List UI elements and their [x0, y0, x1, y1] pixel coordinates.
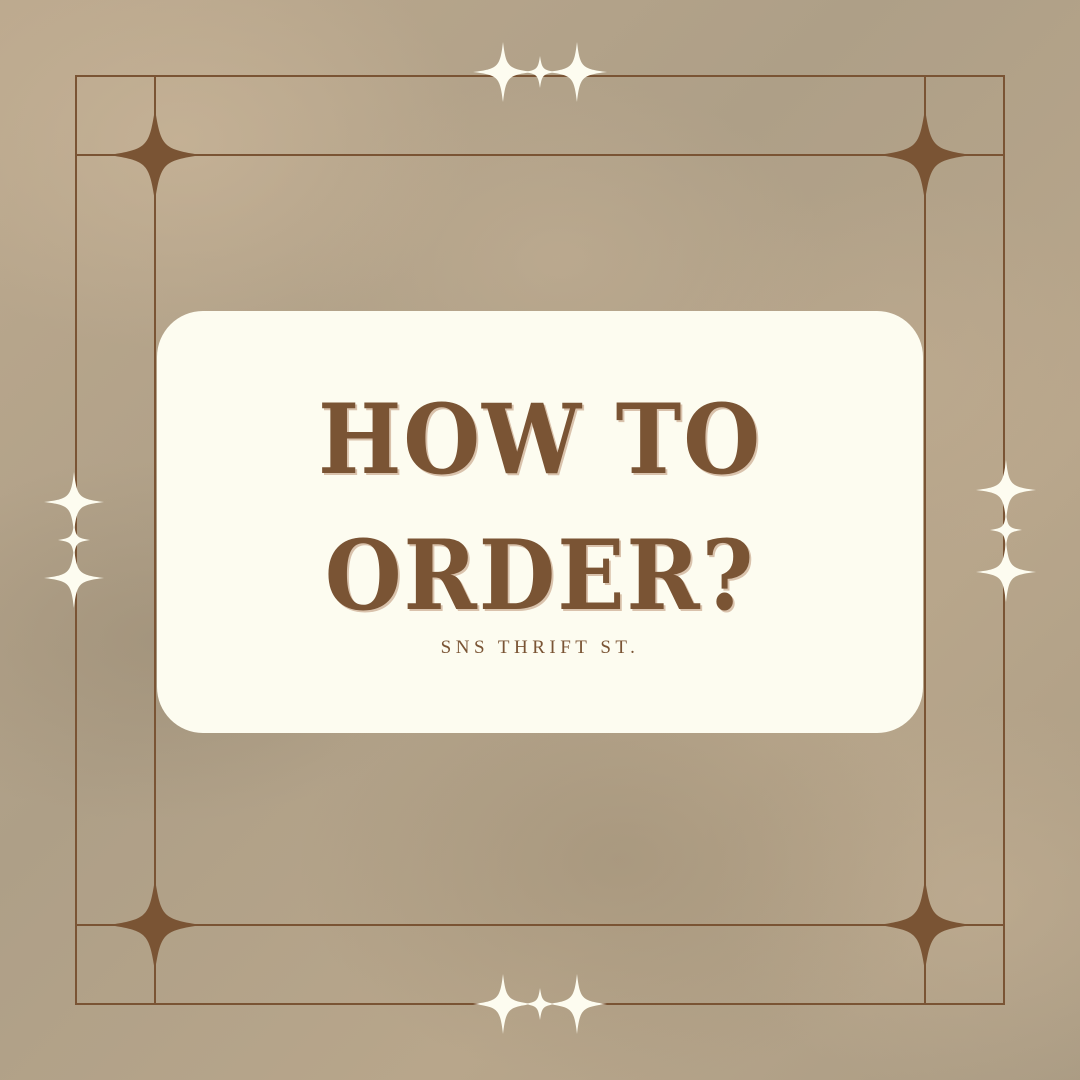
bottom-sparkles — [473, 974, 607, 1034]
sparkle-icon — [547, 974, 607, 1034]
sparkle-icon — [547, 42, 607, 102]
right-sparkles — [976, 460, 1036, 602]
left-sparkles — [44, 472, 104, 608]
top-sparkles — [473, 42, 607, 102]
four-point-star-icon — [109, 109, 201, 201]
title-line-1: HOW TO — [317, 383, 763, 496]
sparkle-icon — [976, 460, 1036, 520]
four-point-star-icon — [109, 879, 201, 971]
sparkle-icon — [44, 548, 104, 608]
title-line-2: ORDER? — [324, 519, 756, 632]
sparkle-icon — [44, 472, 104, 532]
sparkle-icon — [990, 514, 1022, 546]
four-point-star-icon — [879, 879, 971, 971]
shop-name: SNS THRIFT ST. — [440, 637, 640, 658]
sparkle-icon — [976, 542, 1036, 602]
title-card: HOW TO ORDER? SNS THRIFT ST. — [157, 311, 923, 733]
four-point-star-icon — [879, 109, 971, 201]
